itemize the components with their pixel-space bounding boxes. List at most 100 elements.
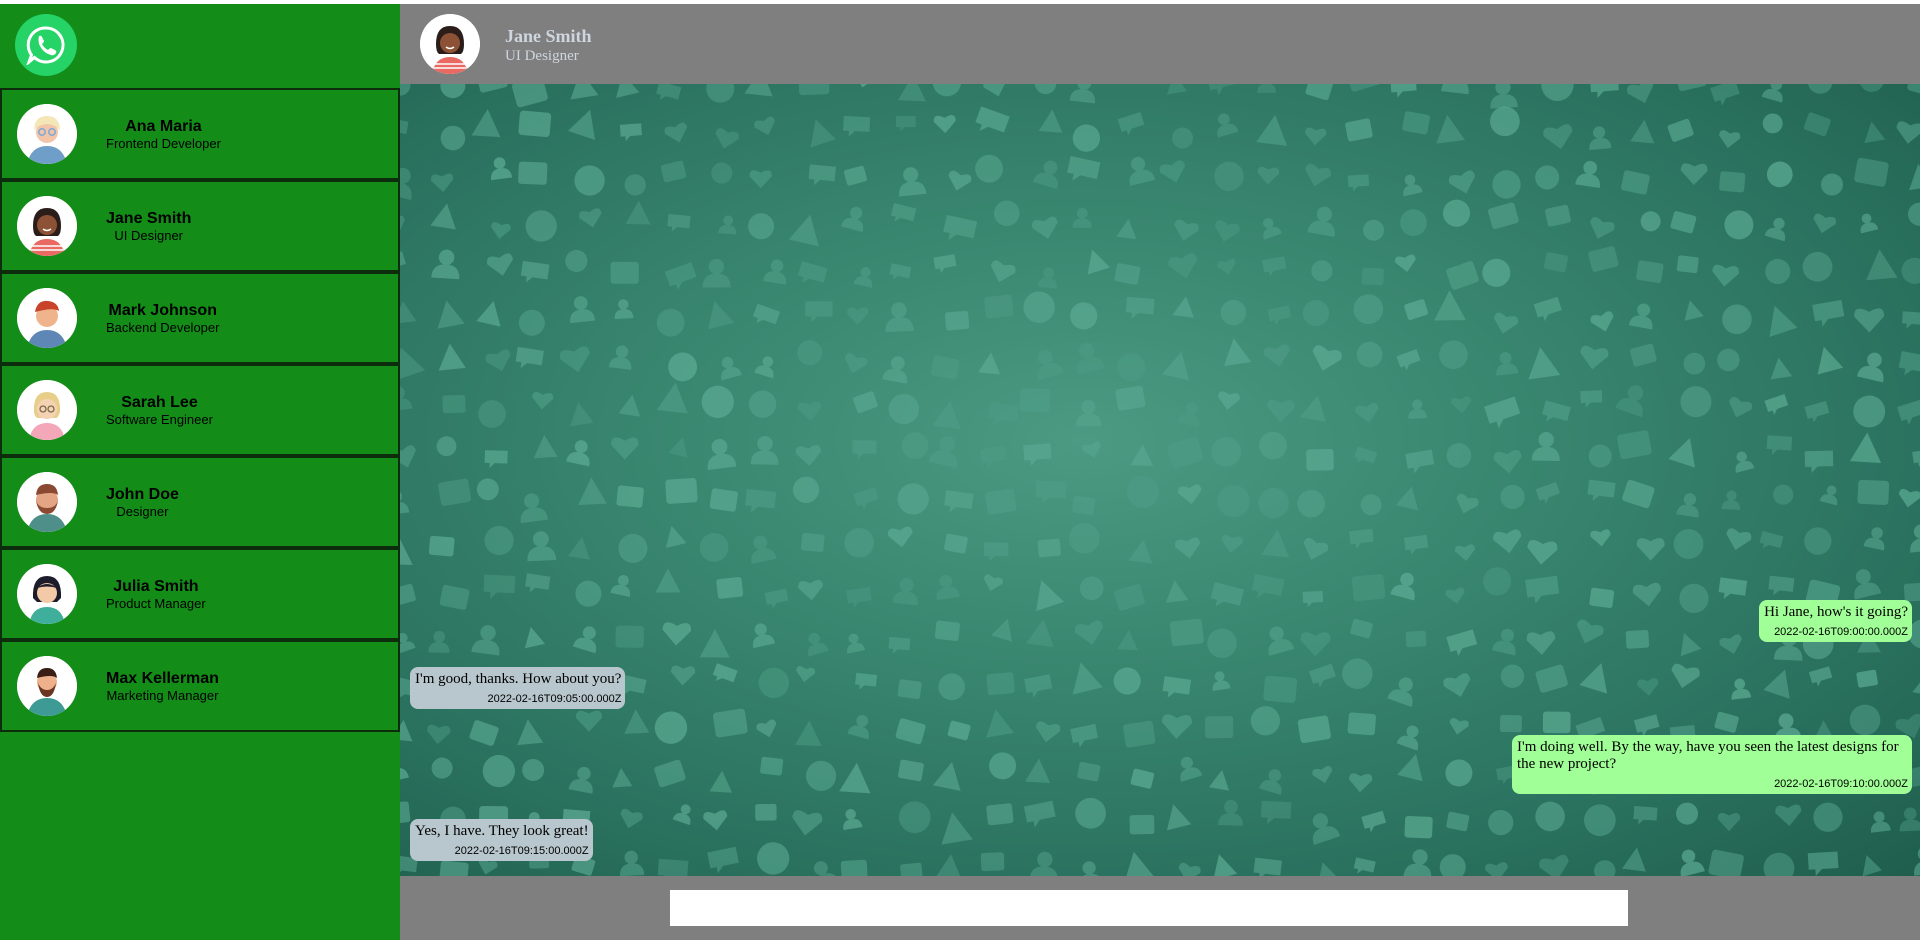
wallpaper-doodle (1445, 587, 1465, 604)
wallpaper-doodle (1125, 296, 1155, 319)
contact-item[interactable]: Sarah Lee Software Engineer (0, 364, 400, 456)
wallpaper-doodle (1404, 816, 1433, 839)
wallpaper-doodle (1898, 351, 1920, 376)
wallpaper-doodle (934, 854, 963, 876)
wallpaper-doodle (1075, 797, 1106, 829)
wallpaper-doodle (1719, 130, 1741, 149)
wallpaper-doodle (654, 759, 686, 788)
wallpaper-doodle (712, 708, 748, 738)
wallpaper-doodle (744, 84, 773, 97)
whatsapp-icon[interactable] (15, 14, 77, 76)
wallpaper-doodle (570, 402, 594, 427)
message-timestamp: 2022-02-16T09:05:00.000Z (487, 693, 622, 705)
message-text: Hi Jane, how's it going? (1764, 604, 1908, 620)
wallpaper-doodle (1535, 165, 1560, 190)
contact-item[interactable]: Ana Maria Frontend Developer (0, 88, 400, 180)
wallpaper-doodle (895, 115, 916, 132)
avatar-max-kellerman-icon (17, 656, 77, 716)
wallpaper-doodle (844, 353, 868, 374)
wallpaper-doodle (485, 349, 511, 372)
wallpaper-doodle (1856, 352, 1884, 383)
wallpaper-doodle (1528, 347, 1561, 380)
wallpaper-doodle (853, 486, 879, 510)
wallpaper-doodle (400, 251, 407, 275)
sidebar: Ana Maria Frontend Developer Jane Smith … (0, 4, 400, 940)
wallpaper-doodle (1490, 84, 1518, 109)
wallpaper-doodle (1500, 664, 1525, 688)
wallpaper-doodle (711, 162, 733, 184)
wallpaper-doodle (471, 108, 501, 138)
message-area[interactable]: Hi Jane, how's it going? 2022-02-16T09:0… (400, 84, 1920, 876)
wallpaper-doodle (1680, 632, 1702, 657)
wallpaper-doodle (1253, 857, 1282, 876)
wallpaper-doodle (932, 400, 961, 430)
wallpaper-doodle (1849, 704, 1881, 736)
wallpaper-doodle (810, 119, 836, 148)
wallpaper-doodle (438, 343, 466, 371)
contact-item[interactable]: Julia Smith Product Manager (0, 548, 400, 640)
wallpaper-doodle (1804, 401, 1830, 423)
wallpaper-doodle (1545, 204, 1571, 227)
wallpaper-doodle (439, 584, 470, 610)
wallpaper-doodle (1535, 801, 1565, 832)
wallpaper-doodle (476, 300, 501, 327)
wallpaper-doodle (1628, 303, 1653, 330)
wallpaper-doodle (1408, 399, 1428, 419)
wallpaper-doodle (1033, 160, 1058, 190)
wallpaper-doodle (882, 356, 908, 384)
wallpaper-doodle (1123, 720, 1156, 748)
contact-info: Max Kellerman Marketing Manager (106, 670, 219, 704)
wallpaper-doodle (524, 626, 546, 649)
wallpaper-doodle (1804, 450, 1834, 473)
wallpaper-doodle (1175, 537, 1201, 559)
wallpaper-doodle (1306, 448, 1334, 471)
avatar-jane-smith-icon (17, 196, 77, 256)
wallpaper-doodle (1397, 753, 1423, 782)
wallpaper-doodle (1768, 575, 1795, 596)
wallpaper-doodle (897, 679, 922, 700)
wallpaper-doodle (1543, 124, 1573, 150)
wallpaper-doodle (1126, 475, 1159, 508)
wallpaper-doodle (892, 577, 918, 606)
wallpaper-doodle (1575, 160, 1600, 188)
wallpaper-doodle (901, 432, 929, 460)
wallpaper-doodle (1396, 725, 1419, 751)
wallpaper-doodle (1763, 669, 1790, 699)
avatar-jane-smith-icon[interactable] (420, 14, 480, 74)
wallpaper-doodle (439, 860, 469, 876)
contact-item[interactable]: Mark Johnson Backend Developer (0, 272, 400, 364)
contact-item[interactable]: Jane Smith UI Designer (0, 180, 400, 272)
contact-role: UI Designer (114, 228, 183, 243)
wallpaper-doodle (1259, 431, 1287, 460)
message-input[interactable] (670, 890, 1628, 926)
wallpaper-doodle (1079, 576, 1104, 601)
wallpaper-doodle (1587, 479, 1616, 501)
wallpaper-doodle (1907, 202, 1920, 226)
wallpaper-doodle (1500, 484, 1525, 510)
wallpaper-doodle (979, 445, 1007, 469)
wallpaper-doodle (1541, 84, 1574, 101)
contact-item[interactable]: Max Kellerman Marketing Manager (0, 640, 400, 732)
wallpaper-doodle (1441, 84, 1469, 95)
contact-info: Sarah Lee Software Engineer (106, 394, 213, 428)
wallpaper-doodle (1404, 299, 1429, 320)
contact-item[interactable]: John Doe Designer (0, 456, 400, 548)
wallpaper-doodle (575, 710, 603, 732)
wallpaper-doodle (428, 630, 450, 653)
wallpaper-doodle (1353, 857, 1376, 874)
wallpaper-doodle (1396, 349, 1421, 371)
wallpaper-doodle (1762, 113, 1783, 134)
wallpaper-doodle (1680, 849, 1705, 876)
wallpaper-doodle (660, 160, 687, 183)
wallpaper-doodle (1535, 481, 1561, 504)
wallpaper-doodle (532, 391, 554, 410)
wallpaper-doodle (898, 801, 931, 834)
wallpaper-doodle (709, 488, 738, 512)
wallpaper-doodle (656, 308, 685, 337)
wallpaper-doodle (619, 123, 643, 142)
wallpaper-doodle (748, 390, 777, 418)
wallpaper-doodle (1221, 534, 1243, 554)
wallpaper-doodle (1910, 524, 1920, 553)
wallpaper-doodle (792, 476, 820, 503)
wallpaper-doodle (1116, 218, 1137, 240)
